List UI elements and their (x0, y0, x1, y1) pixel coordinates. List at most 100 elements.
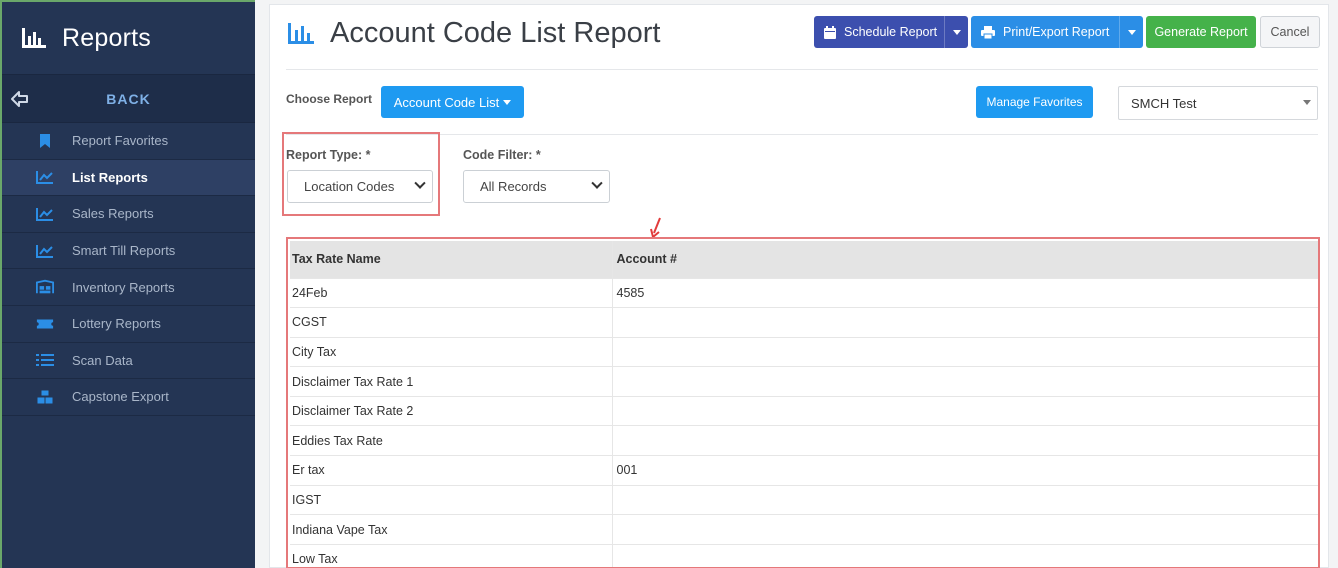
sidebar-item-sales-reports[interactable]: Sales Reports (2, 196, 255, 233)
page-header: Account Code List Report (286, 17, 660, 50)
account-number-cell (611, 366, 1318, 397)
sidebar-item-report-favorites[interactable]: Report Favorites (2, 123, 255, 160)
sidebar: Reports BACK Report Favorites List Repor… (0, 0, 255, 568)
tax-rate-name-cell: 24Feb (290, 277, 612, 308)
sidebar-item-capstone-export[interactable]: Capstone Export (2, 379, 255, 416)
sidebar-item-smart-till-reports[interactable]: Smart Till Reports (2, 233, 255, 270)
table-row: Low Tax (290, 543, 1318, 567)
list-icon (36, 352, 54, 368)
table-row: Er tax 001 (290, 455, 1318, 486)
generate-report-button[interactable]: Generate Report (1146, 16, 1256, 48)
back-label: BACK (106, 90, 151, 107)
table-row: Eddies Tax Rate (290, 425, 1318, 456)
warehouse-icon (36, 279, 54, 295)
divider (286, 69, 1318, 70)
table-row: IGST (290, 484, 1318, 515)
calendar-icon (824, 25, 836, 39)
table-row: City Tax (290, 336, 1318, 367)
tax-rate-name-cell: Disclaimer Tax Rate 2 (290, 395, 612, 426)
table-row: Indiana Vape Tax (290, 514, 1318, 545)
table-row: CGST (290, 307, 1318, 338)
caret-down-icon (952, 29, 961, 35)
chevron-down-icon (414, 177, 426, 189)
bookmark-icon (36, 133, 54, 149)
account-number-cell: 4585 (611, 277, 1318, 308)
account-number-cell (611, 425, 1318, 456)
report-type-label: Report Type: * (286, 148, 371, 162)
choose-report-label: Choose Report (286, 92, 373, 106)
code-filter-label: Code Filter: * (463, 148, 541, 162)
page-title: Account Code List Report (330, 17, 661, 49)
bar-chart-icon (288, 22, 314, 44)
table-header-row: Tax Rate Name Account # (290, 241, 1318, 278)
main-area: Account Code List Report Schedule Report… (255, 0, 1338, 568)
chevron-down-icon (591, 177, 603, 189)
report-table-container: Tax Rate Name Account # 24Feb 4585 CGST C… (286, 237, 1320, 568)
code-filter-value: All Records (480, 179, 547, 194)
tax-rate-name-cell: City Tax (290, 336, 612, 367)
bar-chart-icon (22, 28, 46, 48)
schedule-report-label: Schedule Report (844, 25, 938, 39)
manage-favorites-button[interactable]: Manage Favorites (976, 86, 1093, 118)
print-dropdown-toggle[interactable] (1119, 16, 1143, 48)
schedule-report-button[interactable]: Schedule Report (814, 16, 968, 48)
trend-chart-icon (36, 206, 54, 222)
sidebar-item-label: Smart Till Reports (72, 243, 176, 259)
trend-chart-icon (36, 169, 54, 185)
account-number-cell: 001 (611, 455, 1318, 486)
tax-rate-name-cell: Low Tax (290, 543, 612, 567)
sidebar-item-scan-data[interactable]: Scan Data (2, 343, 255, 380)
printer-icon (981, 25, 995, 39)
account-number-cell (611, 336, 1318, 367)
account-number-cell (611, 543, 1318, 567)
column-header-account-number[interactable]: Account # (611, 241, 1318, 278)
account-number-cell (611, 484, 1318, 515)
table-row: Disclaimer Tax Rate 1 (290, 366, 1318, 397)
tax-rate-name-cell: IGST (290, 484, 612, 515)
sidebar-item-label: Report Favorites (72, 133, 169, 149)
sidebar-item-inventory-reports[interactable]: Inventory Reports (2, 269, 255, 306)
sidebar-item-label: Capstone Export (72, 389, 169, 405)
account-number-cell (611, 514, 1318, 545)
print-export-button[interactable]: Print/Export Report (971, 16, 1143, 48)
caret-down-icon (1303, 100, 1311, 105)
table-row: Disclaimer Tax Rate 2 (290, 395, 1318, 426)
account-number-cell (611, 307, 1318, 338)
sidebar-header: Reports (2, 2, 255, 74)
caret-down-icon (503, 99, 512, 105)
tax-rate-name-cell: CGST (290, 307, 612, 338)
tax-rate-name-cell: Indiana Vape Tax (290, 514, 612, 545)
report-select-button[interactable]: Account Code List (381, 86, 524, 118)
account-number-cell (611, 395, 1318, 426)
sidebar-item-label: List Reports (72, 169, 148, 185)
trend-chart-icon (36, 243, 54, 259)
code-filter-select[interactable]: All Records (463, 170, 610, 203)
column-header-tax-rate-name[interactable]: Tax Rate Name (290, 241, 612, 278)
sidebar-item-label: Sales Reports (72, 206, 154, 222)
report-type-select[interactable]: Location Codes (287, 170, 433, 203)
sidebar-title: Reports (62, 23, 151, 52)
store-select-value: SMCH Test (1131, 95, 1197, 111)
divider (286, 134, 1318, 135)
tax-rate-name-cell: Eddies Tax Rate (290, 425, 612, 456)
print-export-label: Print/Export Report (1003, 25, 1110, 39)
ticket-icon (36, 316, 54, 332)
sidebar-item-label: Scan Data (72, 352, 133, 368)
report-type-value: Location Codes (304, 179, 395, 194)
arrow-left-icon (11, 91, 28, 107)
cubes-icon (36, 389, 54, 405)
report-select-label: Account Code List (393, 94, 500, 110)
tax-rate-name-cell: Er tax (290, 455, 612, 486)
sidebar-item-lottery-reports[interactable]: Lottery Reports (2, 306, 255, 343)
sidebar-item-label: Inventory Reports (72, 279, 175, 295)
store-select[interactable]: SMCH Test (1118, 86, 1318, 120)
cancel-button[interactable]: Cancel (1260, 16, 1320, 48)
account-code-table: Tax Rate Name Account # 24Feb 4585 CGST C… (290, 241, 1318, 567)
schedule-dropdown-toggle[interactable] (944, 16, 968, 48)
tax-rate-name-cell: Disclaimer Tax Rate 1 (290, 366, 612, 397)
sidebar-item-label: Lottery Reports (72, 316, 161, 332)
sidebar-item-list-reports[interactable]: List Reports (2, 159, 255, 197)
back-button[interactable]: BACK (2, 74, 255, 123)
caret-down-icon (1127, 29, 1136, 35)
annotation-arrow-icon (650, 217, 661, 239)
